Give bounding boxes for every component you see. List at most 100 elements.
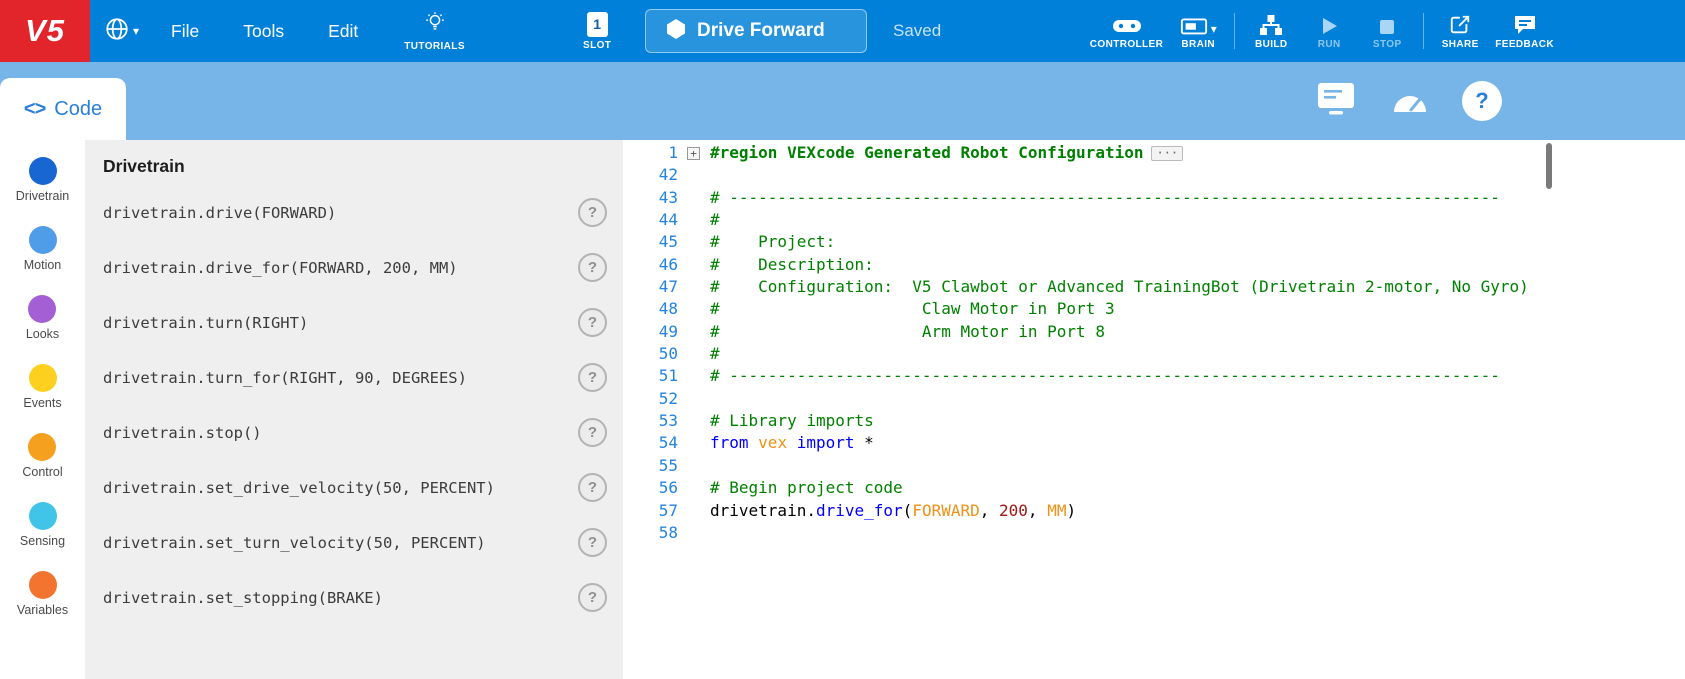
run-button[interactable]: RUN [1300,13,1358,50]
fold-gutter [678,365,710,387]
code-token: drivetrain. [710,501,816,520]
editor-line[interactable]: 42 [623,164,1685,186]
editor-scrollbar[interactable] [1546,143,1552,189]
line-number: 56 [623,477,678,499]
command-panel: Drivetrain drivetrain.drive(FORWARD)?dri… [85,140,623,679]
line-number: 44 [623,209,678,231]
code-text: # Description: [710,254,874,276]
project-icon [666,18,686,45]
category-color-dot [29,226,57,254]
sidebar-item-events[interactable]: Events [23,364,61,410]
feedback-button[interactable]: FEEDBACK [1489,13,1560,50]
editor-line[interactable]: 43# ------------------------------------… [623,187,1685,209]
command-list: drivetrain.drive(FORWARD)?drivetrain.dri… [85,185,623,625]
dashboard-button[interactable] [1388,82,1432,121]
print-console-button[interactable] [1314,81,1358,122]
editor-line[interactable]: 44# [623,209,1685,231]
code-editor[interactable]: 1+#region VEXcode Generated Robot Config… [623,140,1685,679]
editor-line[interactable]: 47# Configuration: V5 Clawbot or Advance… [623,276,1685,298]
fold-gutter [678,254,710,276]
build-icon [1259,13,1283,36]
command-row[interactable]: drivetrain.turn_for(RIGHT, 90, DEGREES)? [85,350,623,405]
language-button[interactable]: ▾ [104,16,139,47]
command-help-button[interactable]: ? [578,253,607,282]
command-help-button[interactable]: ? [578,363,607,392]
line-number: 46 [623,254,678,276]
code-token: import [797,433,855,452]
run-icon [1319,13,1339,36]
editor-line[interactable]: 50# [623,343,1685,365]
brain-button[interactable]: ▾BRAIN [1169,13,1227,50]
editor-line[interactable]: 56# Begin project code [623,477,1685,499]
project-name-button[interactable]: Drive Forward [645,9,867,53]
chevron-down-icon: ▾ [133,24,139,38]
menu-file[interactable]: File [149,0,221,62]
code-token: # Configuration: V5 Clawbot or Advanced … [710,277,1529,296]
toolbar-label: FEEDBACK [1495,39,1554,50]
share-button[interactable]: SHARE [1431,13,1489,50]
sidebar-item-motion[interactable]: Motion [24,226,62,272]
v5-logo-text: V5 [25,13,65,49]
command-help-button[interactable]: ? [578,198,607,227]
sidebar-item-sensing[interactable]: Sensing [20,502,65,548]
command-row[interactable]: drivetrain.set_drive_velocity(50, PERCEN… [85,460,623,515]
command-help-button[interactable]: ? [578,583,607,612]
editor-line[interactable]: 48# Claw Motor in Port 3 [623,298,1685,320]
editor-line[interactable]: 52 [623,388,1685,410]
slot-label: SLOT [583,40,611,51]
command-row[interactable]: drivetrain.stop()? [85,405,623,460]
fold-gutter [678,477,710,499]
command-row[interactable]: drivetrain.set_stopping(BRAKE)? [85,570,623,625]
fold-collapsed-indicator[interactable]: ··· [1151,146,1183,161]
editor-line[interactable]: 51# ------------------------------------… [623,365,1685,387]
menu-tools[interactable]: Tools [221,0,306,62]
line-number: 58 [623,522,678,544]
fold-gutter [678,388,710,410]
code-token: # --------------------------------------… [710,366,1500,385]
controller-button[interactable]: CONTROLLER [1084,13,1169,50]
sidebar-item-looks[interactable]: Looks [26,295,59,341]
editor-line[interactable]: 53# Library imports [623,410,1685,432]
command-help-button[interactable]: ? [578,308,607,337]
command-text: drivetrain.turn(RIGHT) [103,314,308,332]
command-help-button[interactable]: ? [578,418,607,447]
sidebar-item-drivetrain[interactable]: Drivetrain [16,157,70,203]
tab-code[interactable]: <> Code [0,78,126,140]
line-number: 45 [623,231,678,253]
code-tab-icon: <> [24,98,45,121]
editor-line[interactable]: 58 [623,522,1685,544]
editor-line[interactable]: 46 # Description: [623,254,1685,276]
editor-line[interactable]: 54from vex import * [623,432,1685,454]
command-row[interactable]: drivetrain.set_turn_velocity(50, PERCENT… [85,515,623,570]
sidebar-item-control[interactable]: Control [22,433,62,479]
help-button[interactable]: ? [1462,81,1502,121]
fold-gutter [678,432,710,454]
save-status: Saved [893,0,941,62]
fold-expand-icon[interactable]: + [687,147,700,160]
category-label: Looks [26,327,59,341]
slot-button[interactable]: 1 SLOT [583,0,611,62]
code-token: FORWARD [912,501,979,520]
command-help-button[interactable]: ? [578,473,607,502]
command-row[interactable]: drivetrain.drive(FORWARD)? [85,185,623,240]
editor-line[interactable]: 1+#region VEXcode Generated Robot Config… [623,142,1685,164]
editor-line[interactable]: 45# Project: [623,231,1685,253]
sidebar-item-variables[interactable]: Variables [17,571,68,617]
command-row[interactable]: drivetrain.turn(RIGHT)? [85,295,623,350]
editor-line[interactable]: 55 [623,455,1685,477]
tutorials-button[interactable]: TUTORIALS [404,11,465,52]
category-label: Events [23,396,61,410]
line-number: 50 [623,343,678,365]
toolbar-label: CONTROLLER [1090,39,1163,50]
category-color-dot [29,502,57,530]
stop-button[interactable]: STOP [1358,13,1416,50]
build-button[interactable]: BUILD [1242,13,1300,50]
tutorials-icon [424,11,446,38]
command-row[interactable]: drivetrain.drive_for(FORWARD, 200, MM)? [85,240,623,295]
editor-line[interactable]: 49# Arm Motor in Port 8 [623,321,1685,343]
code-token [749,433,759,452]
command-help-button[interactable]: ? [578,528,607,557]
menu-edit[interactable]: Edit [306,0,380,62]
command-panel-title: Drivetrain [85,140,623,185]
editor-line[interactable]: 57drivetrain.drive_for(FORWARD, 200, MM) [623,500,1685,522]
